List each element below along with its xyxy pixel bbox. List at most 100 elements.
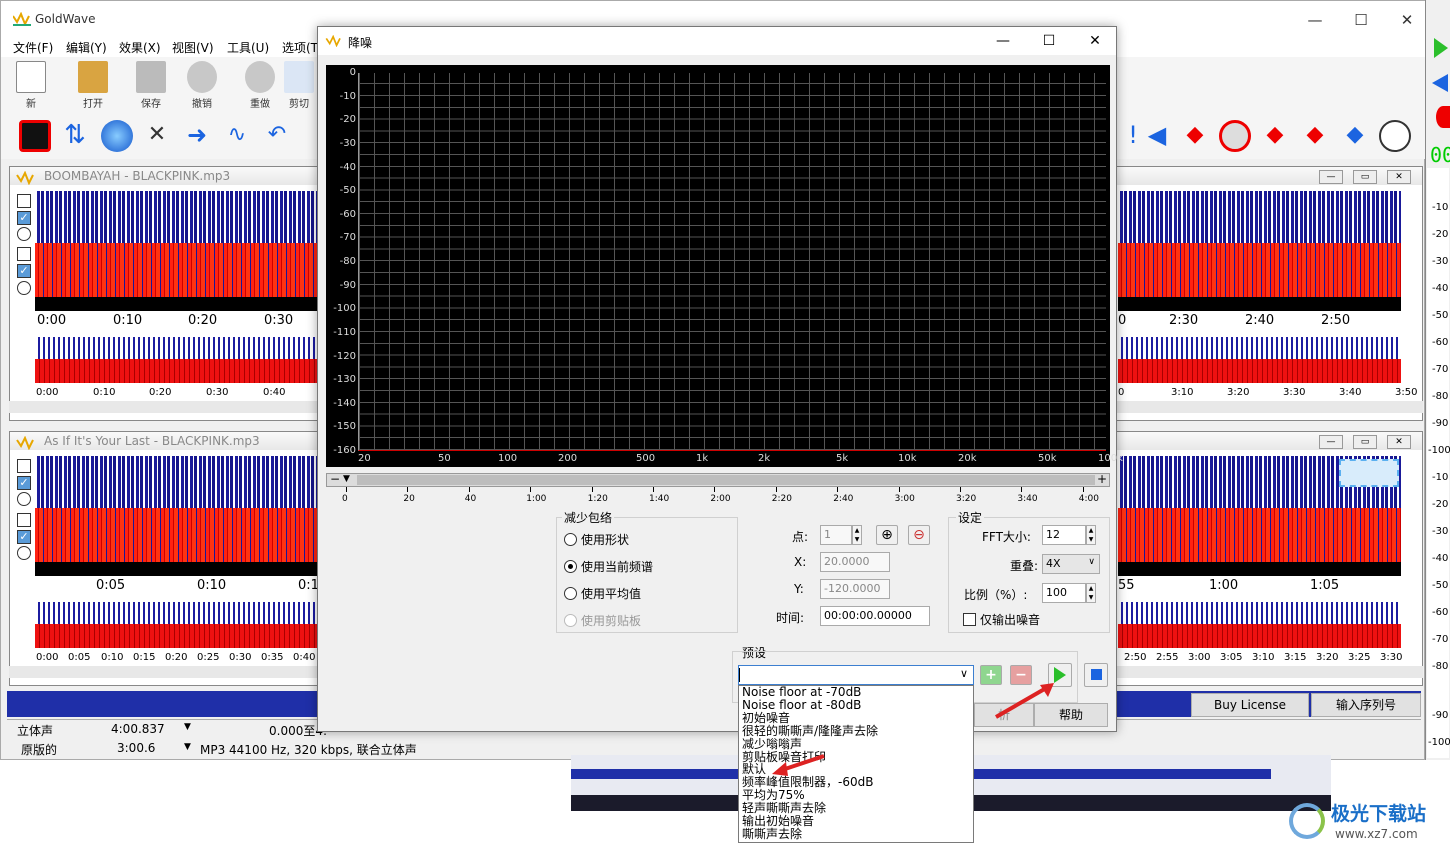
spectrum-plot-grid[interactable] (358, 73, 1106, 451)
preset-option[interactable]: 减少嗡嗡声 (739, 737, 973, 751)
wave-icon[interactable]: ∿ (221, 120, 253, 152)
channel-solo-radio[interactable] (17, 546, 31, 560)
record-icon[interactable] (1436, 106, 1450, 128)
radio-use-current-spectrum[interactable]: 使用当前频谱 (564, 558, 653, 575)
vertical-arrows-icon[interactable]: ⇅ (59, 120, 91, 152)
diamond-arrow-icon[interactable]: ◆ (1299, 120, 1331, 152)
close-button[interactable]: ✕ (1393, 9, 1421, 31)
preset-option[interactable]: 很轻的嘶嘶声/隆隆声去除 (739, 724, 973, 738)
dialog-minimize-button[interactable]: — (988, 30, 1018, 52)
track-restore-button[interactable]: ▭ (1353, 170, 1377, 184)
menu-effects[interactable]: 效果(X) (119, 39, 161, 56)
diamond-blue-icon[interactable]: ◆ (1339, 120, 1371, 152)
radio-circle-selected[interactable] (564, 560, 577, 573)
overview-waveform[interactable] (1118, 602, 1401, 624)
diamond-icon[interactable]: ◆ (1259, 120, 1291, 152)
channel-checkbox[interactable]: ✓ (17, 264, 31, 278)
overview-waveform[interactable] (35, 624, 318, 648)
fft-size-input[interactable]: 12 (1042, 525, 1086, 545)
enter-serial-button[interactable]: 输入序列号 (1311, 693, 1421, 717)
overview-waveform[interactable] (1118, 337, 1401, 359)
radio-use-average[interactable]: 使用平均值 (564, 585, 641, 602)
minimize-button[interactable]: — (1301, 9, 1329, 31)
buy-license-button[interactable]: Buy License (1191, 693, 1309, 717)
track-close-button[interactable]: ✕ (1387, 435, 1411, 449)
channel-solo-radio[interactable] (17, 281, 31, 295)
remove-point-button[interactable]: ⊖ (908, 525, 930, 545)
track-minimize-button[interactable]: — (1319, 435, 1343, 449)
left-channel-waveform[interactable] (1118, 191, 1401, 243)
point-input[interactable]: 1 (820, 525, 852, 545)
stop-effect-icon[interactable] (19, 120, 51, 152)
channel-checkbox[interactable]: ✓ (17, 476, 31, 490)
output-noise-checkbox[interactable] (963, 613, 976, 626)
no-entry-icon[interactable] (1219, 120, 1251, 152)
chevron-down-icon[interactable]: ▼ (343, 474, 350, 484)
y-input[interactable]: -120.0000 (820, 579, 890, 599)
play-icon[interactable] (1434, 38, 1448, 58)
dropdown-arrow-icon[interactable]: ▼ (184, 742, 191, 752)
track-minimize-button[interactable]: — (1319, 170, 1343, 184)
ratio-spinner[interactable]: ▲ ▼ (1086, 583, 1096, 603)
menu-file[interactable]: 文件(F) (13, 39, 53, 56)
menu-tools[interactable]: 工具(U) (227, 39, 269, 56)
channel-select-icon[interactable] (17, 513, 31, 527)
diamond-red-icon[interactable]: ◆ (1179, 120, 1211, 152)
radio-circle[interactable] (564, 587, 577, 600)
right-channel-waveform[interactable] (35, 243, 318, 297)
time-input[interactable]: 00:00:00.00000 (820, 606, 930, 626)
left-channel-waveform[interactable] (35, 456, 318, 508)
loop-icon[interactable]: ↶ (261, 120, 293, 152)
channel-solo-radio[interactable] (17, 492, 31, 506)
preset-option[interactable]: 初始噪音 (739, 711, 973, 725)
channel-checkbox[interactable]: ✓ (17, 530, 31, 544)
right-channel-waveform[interactable] (1118, 243, 1401, 297)
overview-waveform[interactable] (35, 337, 318, 359)
dropdown-arrow-icon[interactable]: ▼ (184, 722, 191, 732)
cut-lines-icon[interactable]: ✕ (141, 120, 173, 152)
right-channel-waveform[interactable] (35, 508, 318, 562)
collapse-icon[interactable]: − (330, 472, 340, 486)
preset-option[interactable]: Noise floor at -80dB (739, 699, 973, 712)
left-channel-waveform[interactable] (35, 191, 318, 243)
rewind-icon[interactable] (1432, 74, 1448, 92)
right-channel-waveform[interactable] (1118, 508, 1401, 562)
sphere-icon[interactable] (101, 120, 133, 152)
menu-options[interactable]: 选项(T (282, 39, 318, 56)
radio-use-shape[interactable]: 使用形状 (564, 531, 629, 548)
overlap-select[interactable]: 4X ∨ (1042, 554, 1100, 574)
overview-waveform[interactable] (1118, 359, 1401, 383)
menu-edit[interactable]: 编辑(Y) (66, 39, 107, 56)
x-input[interactable]: 20.0000 (820, 552, 890, 572)
ratio-input[interactable]: 100 (1042, 583, 1086, 603)
fft-size-spinner[interactable]: ▲ ▼ (1086, 525, 1096, 545)
preview-stop-button[interactable] (1084, 663, 1108, 687)
overview-waveform[interactable] (1118, 624, 1401, 648)
channel-solo-radio[interactable] (17, 227, 31, 241)
save-button[interactable]: 保存 (131, 61, 171, 113)
radio-circle[interactable] (564, 533, 577, 546)
speaker-icon[interactable]: ◀ (1141, 120, 1173, 152)
dialog-close-button[interactable]: ✕ (1080, 30, 1110, 52)
undo-button[interactable]: 撤销 (182, 61, 222, 113)
new-button[interactable]: 新 (11, 61, 51, 113)
track-close-button[interactable]: ✕ (1387, 170, 1411, 184)
overview-waveform[interactable] (35, 359, 318, 383)
zoom-handles-icon[interactable] (1339, 459, 1399, 487)
preset-option[interactable]: Noise floor at -70dB (739, 686, 973, 699)
cut-button[interactable]: 剪切 (279, 61, 319, 113)
overview-waveform[interactable] (35, 602, 318, 624)
graph-scrollbar[interactable]: − ▼ + (326, 472, 1110, 487)
redo-button[interactable]: 重做 (240, 61, 280, 113)
track-restore-button[interactable]: ▭ (1353, 435, 1377, 449)
arrow-right-icon[interactable]: ➜ (181, 120, 213, 152)
point-spinner[interactable]: ▲ ▼ (852, 525, 862, 545)
channel-select-icon[interactable] (17, 194, 31, 208)
menu-view[interactable]: 视图(V) (172, 39, 214, 56)
preset-combobox[interactable] (738, 665, 974, 685)
channel-checkbox[interactable]: ✓ (17, 211, 31, 225)
dialog-maximize-button[interactable]: ☐ (1034, 30, 1064, 52)
preset-option[interactable]: 嘶嘶声去除 (739, 828, 973, 841)
scroll-thumb[interactable] (357, 475, 1095, 485)
channel-select-icon[interactable] (17, 247, 31, 261)
